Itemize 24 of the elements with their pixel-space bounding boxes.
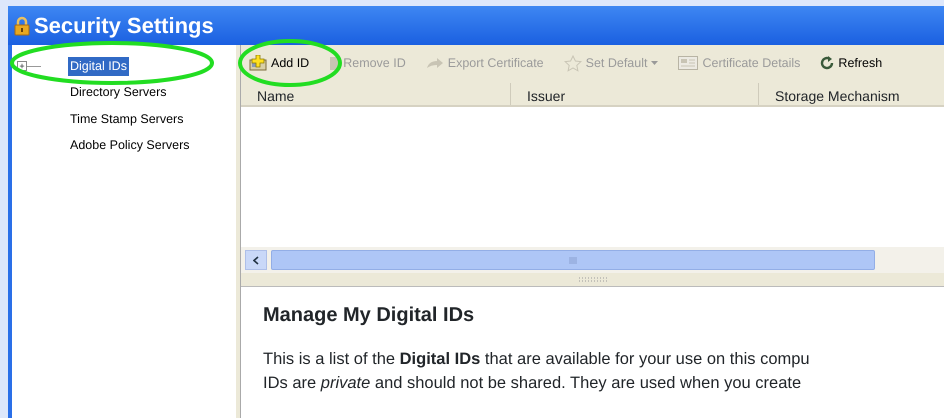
star-icon	[564, 54, 582, 72]
refresh-icon	[820, 56, 834, 70]
add-id-button[interactable]: Add ID	[247, 54, 312, 72]
section-heading: Manage My Digital IDs	[263, 303, 476, 327]
sidebar-item[interactable]: Time Stamp Servers	[68, 110, 186, 129]
splitter-grip-icon[interactable]	[578, 277, 608, 282]
arrow-icon	[426, 57, 444, 69]
column-header[interactable]: Storage Mechanism	[759, 83, 944, 105]
sidebar-item[interactable]: Directory Servers	[68, 83, 169, 102]
chevron-left-icon	[253, 256, 259, 264]
scroll-left-button[interactable]	[245, 250, 267, 270]
lock-icon	[14, 16, 30, 36]
description-text: IDs are private and should not be shared. They are used when you create	[263, 373, 802, 394]
refresh-button[interactable]: Refresh	[818, 54, 884, 72]
scrollbar-thumb[interactable]	[271, 250, 875, 270]
sidebar-item[interactable]: Digital IDs	[68, 56, 129, 76]
column-header[interactable]: Issuer	[511, 83, 759, 105]
add-icon	[249, 55, 267, 71]
window-title: Security Settings	[34, 12, 214, 40]
certificate-icon	[678, 56, 698, 70]
sidebar-item[interactable]: Adobe Policy Servers	[68, 136, 192, 156]
expand-toggle[interactable]: +	[17, 61, 27, 72]
description-text: This is a list of the Digital IDs that are available for your use on this compu	[263, 349, 811, 370]
column-header[interactable]: Name	[241, 83, 511, 105]
